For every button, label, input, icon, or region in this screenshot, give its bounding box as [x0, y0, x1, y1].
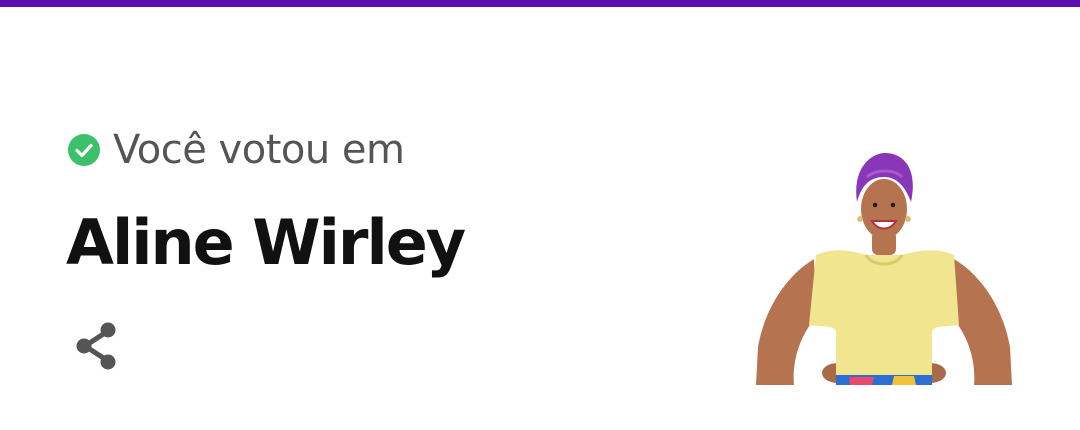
share-icon — [73, 321, 121, 377]
check-circle-icon — [68, 134, 100, 166]
candidate-photo — [754, 147, 1014, 385]
top-accent-bar — [0, 0, 1080, 7]
vote-status-text: Você votou em — [113, 127, 405, 173]
share-button[interactable] — [70, 319, 124, 379]
vote-confirmation-card: Você votou em Aline Wirley — [0, 7, 1080, 430]
candidate-name: Aline Wirley — [66, 206, 466, 279]
vote-status-row: Você votou em — [68, 125, 405, 175]
